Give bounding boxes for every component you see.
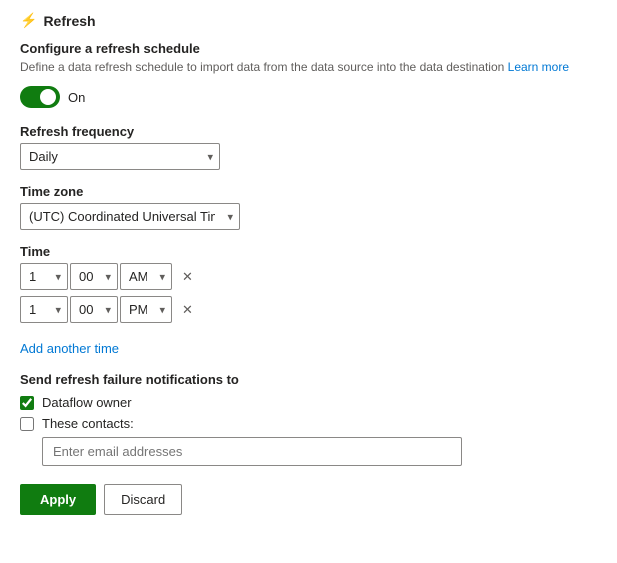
hour-select-wrapper-1: 1234 5678 9101112 bbox=[20, 263, 68, 290]
add-another-time-link[interactable]: Add another time bbox=[20, 341, 119, 356]
ampm-select-wrapper-2: AMPM bbox=[120, 296, 172, 323]
toggle-thumb bbox=[40, 89, 56, 105]
button-row: Apply Discard bbox=[20, 484, 597, 515]
page-title: Refresh bbox=[43, 13, 95, 29]
email-input[interactable] bbox=[42, 437, 462, 466]
time-field: Time 1234 5678 9101112 00153045 AMPM ✕ 1… bbox=[20, 244, 597, 323]
time-row-1: 1234 5678 9101112 00153045 AMPM ✕ bbox=[20, 263, 597, 290]
frequency-select[interactable]: Once a week Daily Hourly bbox=[20, 143, 220, 170]
minute-select-1[interactable]: 00153045 bbox=[70, 263, 118, 290]
refresh-icon: ⚡ bbox=[20, 12, 37, 29]
ampm-select-1[interactable]: AMPM bbox=[120, 263, 172, 290]
these-contacts-row: These contacts: bbox=[20, 416, 597, 431]
apply-button[interactable]: Apply bbox=[20, 484, 96, 515]
discard-button[interactable]: Discard bbox=[104, 484, 182, 515]
timezone-select-wrapper: (UTC) Coordinated Universal Time (UTC-05… bbox=[20, 203, 240, 230]
hour-select-2[interactable]: 1234 5678 9101112 bbox=[20, 296, 68, 323]
ampm-select-2[interactable]: AMPM bbox=[120, 296, 172, 323]
frequency-label: Refresh frequency bbox=[20, 124, 597, 139]
frequency-select-wrapper: Once a week Daily Hourly bbox=[20, 143, 220, 170]
timezone-select[interactable]: (UTC) Coordinated Universal Time (UTC-05… bbox=[20, 203, 240, 230]
timezone-field: Time zone (UTC) Coordinated Universal Ti… bbox=[20, 184, 597, 230]
minute-select-wrapper-2: 00153045 bbox=[70, 296, 118, 323]
time-label: Time bbox=[20, 244, 597, 259]
minute-select-2[interactable]: 00153045 bbox=[70, 296, 118, 323]
section-title: Configure a refresh schedule bbox=[20, 41, 597, 56]
toggle-label: On bbox=[68, 90, 85, 105]
dataflow-owner-checkbox[interactable] bbox=[20, 396, 34, 410]
minute-select-wrapper-1: 00153045 bbox=[70, 263, 118, 290]
on-off-toggle[interactable] bbox=[20, 86, 60, 108]
ampm-select-wrapper-1: AMPM bbox=[120, 263, 172, 290]
timezone-label: Time zone bbox=[20, 184, 597, 199]
toggle-row: On bbox=[20, 86, 597, 108]
notifications-label: Send refresh failure notifications to bbox=[20, 372, 597, 387]
description-text: Define a data refresh schedule to import… bbox=[20, 60, 597, 74]
learn-more-link[interactable]: Learn more bbox=[508, 60, 569, 74]
time-row-2: 1234 5678 9101112 00153045 AMPM ✕ bbox=[20, 296, 597, 323]
frequency-field: Refresh frequency Once a week Daily Hour… bbox=[20, 124, 597, 170]
these-contacts-label[interactable]: These contacts: bbox=[42, 416, 134, 431]
hour-select-1[interactable]: 1234 5678 9101112 bbox=[20, 263, 68, 290]
hour-select-wrapper-2: 1234 5678 9101112 bbox=[20, 296, 68, 323]
dataflow-owner-label[interactable]: Dataflow owner bbox=[42, 395, 132, 410]
remove-time-1-button[interactable]: ✕ bbox=[178, 267, 197, 287]
these-contacts-checkbox[interactable] bbox=[20, 417, 34, 431]
page-header: ⚡ Refresh bbox=[20, 12, 597, 29]
remove-time-2-button[interactable]: ✕ bbox=[178, 300, 197, 320]
dataflow-owner-row: Dataflow owner bbox=[20, 395, 597, 410]
